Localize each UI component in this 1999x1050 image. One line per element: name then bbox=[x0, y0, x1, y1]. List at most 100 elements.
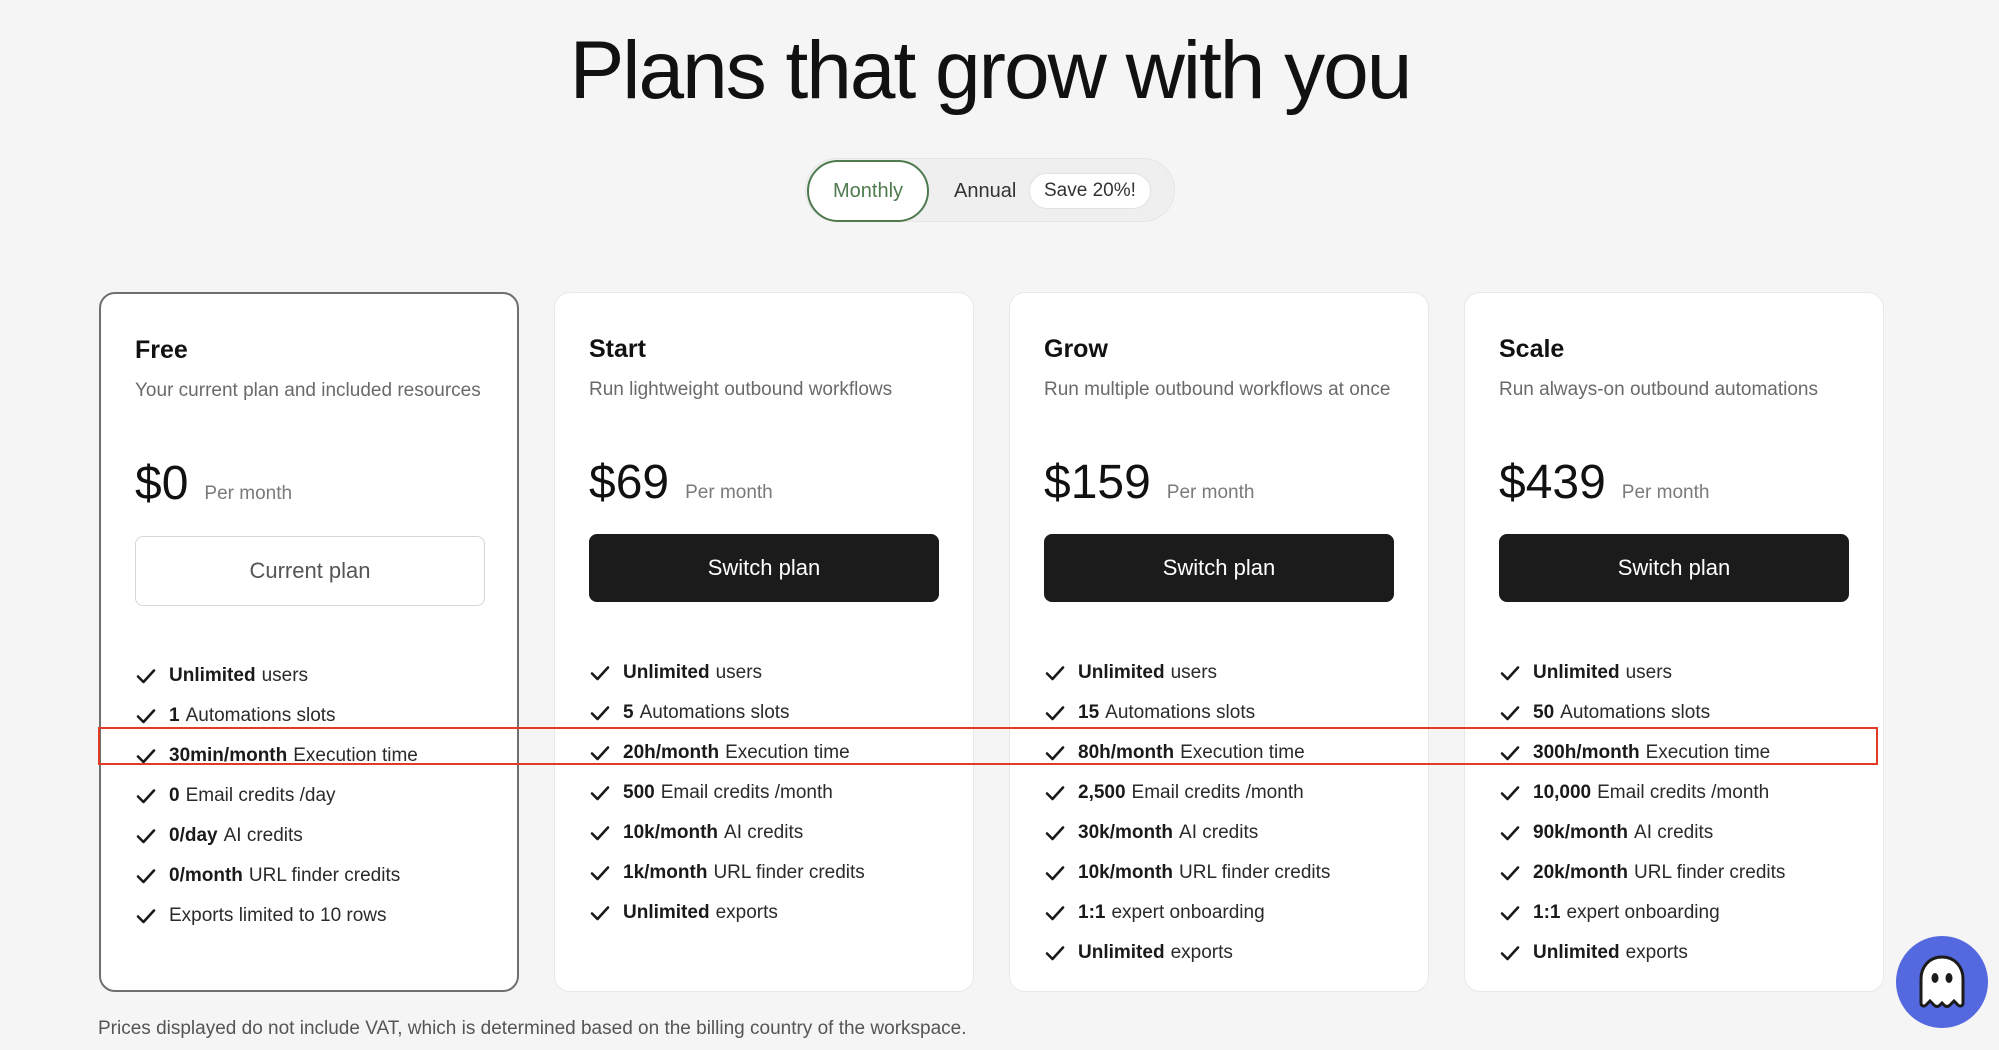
switch-plan-button[interactable]: Switch plan bbox=[1044, 534, 1394, 602]
plan-name: Grow bbox=[1044, 335, 1108, 363]
page-title: Plans that grow with you bbox=[569, 25, 1413, 116]
monthly-toggle-option[interactable]: Monthly bbox=[807, 160, 929, 222]
check-icon bbox=[1500, 706, 1520, 721]
check-icon bbox=[136, 789, 156, 804]
check-icon bbox=[1500, 866, 1520, 881]
feature-item: 15 Automations slots bbox=[1044, 693, 1330, 733]
feature-item: 90k/month AI credits bbox=[1499, 813, 1785, 853]
check-icon bbox=[1500, 666, 1520, 681]
feature-value: 80h/month bbox=[1078, 742, 1175, 763]
plan-card-free: Free Your current plan and included reso… bbox=[99, 292, 519, 992]
feature-item: Exports limited to 10 rows bbox=[135, 896, 418, 936]
price-amount: $69 bbox=[589, 456, 670, 509]
check-icon bbox=[590, 906, 610, 921]
feature-label: Automations slots bbox=[1105, 702, 1256, 723]
feature-label: Email credits /month bbox=[1131, 782, 1304, 803]
feature-value: Unlimited bbox=[1078, 662, 1165, 683]
check-icon bbox=[1045, 906, 1065, 921]
feature-item: 1 Automations slots bbox=[135, 696, 418, 736]
feature-label: Execution time bbox=[1180, 742, 1305, 763]
plan-name: Free bbox=[135, 336, 188, 364]
feature-label: URL finder credits bbox=[1179, 862, 1331, 883]
feature-value: 0/day bbox=[169, 825, 218, 846]
feature-label: Execution time bbox=[293, 745, 418, 766]
price-period: Per month bbox=[1621, 482, 1710, 503]
feature-label: Email credits /day bbox=[185, 785, 336, 806]
price-period: Per month bbox=[204, 483, 293, 504]
check-icon bbox=[136, 869, 156, 884]
feature-item: 30k/month AI credits bbox=[1044, 813, 1330, 853]
feature-label: users bbox=[1170, 662, 1218, 683]
feature-value: 30min/month bbox=[169, 745, 288, 766]
check-icon bbox=[590, 666, 610, 681]
feature-item: 2,500 Email credits /month bbox=[1044, 773, 1330, 813]
switch-plan-button[interactable]: Switch plan bbox=[589, 534, 939, 602]
price-period: Per month bbox=[1166, 482, 1255, 503]
plan-description: Run always-on outbound automations bbox=[1499, 379, 1818, 400]
feature-value: 10k/month bbox=[1078, 862, 1174, 883]
feature-item: Unlimited exports bbox=[589, 893, 865, 933]
feature-label: AI credits bbox=[724, 822, 804, 843]
feature-value: 1k/month bbox=[623, 862, 708, 883]
chat-launcher-button[interactable] bbox=[1896, 936, 1988, 1028]
feature-value: 10,000 bbox=[1533, 782, 1592, 803]
check-icon bbox=[1500, 906, 1520, 921]
feature-item: 20k/month URL finder credits bbox=[1499, 853, 1785, 893]
feature-value: 300h/month bbox=[1533, 742, 1640, 763]
save-badge: Save 20%! bbox=[1029, 173, 1151, 209]
feature-item: 0/day AI credits bbox=[135, 816, 418, 856]
feature-value: Unlimited bbox=[1078, 942, 1165, 963]
feature-value: 1 bbox=[169, 705, 180, 726]
current-plan-button[interactable]: Current plan bbox=[135, 536, 485, 606]
annual-toggle-option[interactable]: Annual bbox=[954, 159, 1016, 223]
feature-label: exports bbox=[1625, 942, 1688, 963]
check-icon bbox=[590, 706, 610, 721]
feature-item: 10k/month AI credits bbox=[589, 813, 865, 853]
feature-item: 50 Automations slots bbox=[1499, 693, 1785, 733]
feature-label: Email credits /month bbox=[1597, 782, 1770, 803]
check-icon bbox=[136, 709, 156, 724]
feature-label: Automations slots bbox=[185, 705, 336, 726]
plan-description: Run lightweight outbound workflows bbox=[589, 379, 893, 400]
feature-label: users bbox=[1625, 662, 1673, 683]
switch-plan-button[interactable]: Switch plan bbox=[1499, 534, 1849, 602]
feature-label: Email credits /month bbox=[660, 782, 833, 803]
check-icon bbox=[590, 746, 610, 761]
check-icon bbox=[1500, 826, 1520, 841]
feature-item: Unlimited users bbox=[1044, 653, 1330, 693]
plan-price: $0 Per month bbox=[135, 456, 292, 511]
check-icon bbox=[590, 826, 610, 841]
feature-label: Execution time bbox=[1645, 742, 1771, 763]
feature-item: 1:1 expert onboarding bbox=[1044, 893, 1330, 933]
feature-value: 50 bbox=[1533, 702, 1555, 723]
feature-value: 10k/month bbox=[623, 822, 719, 843]
feature-value: 0/month bbox=[169, 865, 243, 886]
plan-price: $439 Per month bbox=[1499, 455, 1709, 510]
plan-card-grow: Grow Run multiple outbound workflows at … bbox=[1009, 292, 1429, 992]
feature-list: Unlimited users 5 Automations slots 20h/mont… bbox=[589, 653, 865, 933]
feature-value: 1:1 bbox=[1533, 902, 1561, 923]
feature-item: Unlimited exports bbox=[1044, 933, 1330, 973]
feature-label: expert onboarding bbox=[1566, 902, 1720, 923]
price-amount: $0 bbox=[135, 457, 189, 510]
vat-footnote: Prices displayed do not include VAT, whi… bbox=[98, 1018, 967, 1039]
feature-value: 20k/month bbox=[1533, 862, 1629, 883]
feature-value: Unlimited bbox=[623, 662, 710, 683]
plan-price: $159 Per month bbox=[1044, 455, 1254, 510]
feature-list: Unlimited users 1 Automations slots 30min/mo… bbox=[135, 656, 418, 936]
plan-name: Scale bbox=[1499, 335, 1565, 363]
feature-item: 1k/month URL finder credits bbox=[589, 853, 865, 893]
feature-item: Unlimited users bbox=[135, 656, 418, 696]
check-icon bbox=[136, 669, 156, 684]
feature-item: 300h/month Execution time bbox=[1499, 733, 1785, 773]
feature-label: Automations slots bbox=[1560, 702, 1711, 723]
feature-list: Unlimited users 15 Automations slots 80h/mon… bbox=[1044, 653, 1330, 973]
feature-value: Unlimited bbox=[623, 902, 710, 923]
feature-value: Unlimited bbox=[1533, 942, 1620, 963]
feature-label: exports bbox=[715, 902, 778, 923]
feature-value: Unlimited bbox=[169, 665, 256, 686]
feature-value: 90k/month bbox=[1533, 822, 1629, 843]
plan-price: $69 Per month bbox=[589, 455, 773, 510]
feature-item: 80h/month Execution time bbox=[1044, 733, 1330, 773]
feature-value: 500 bbox=[623, 782, 655, 803]
